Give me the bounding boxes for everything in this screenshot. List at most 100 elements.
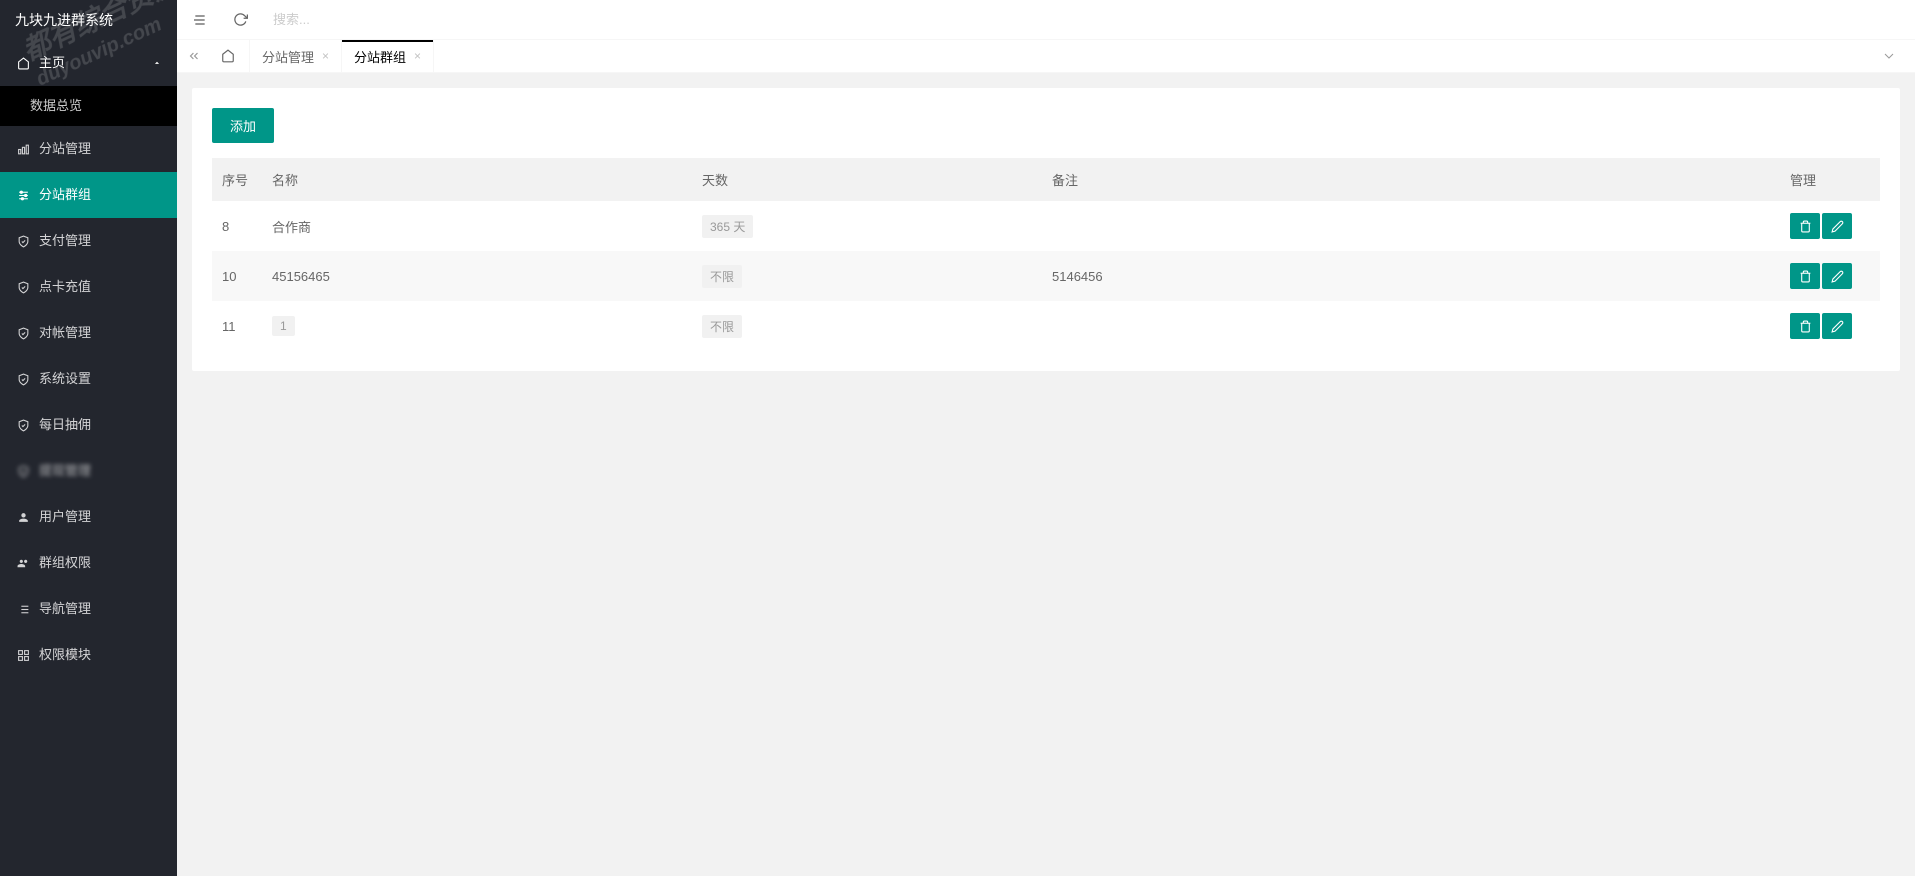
trash-icon: [1799, 270, 1812, 283]
cell-days: 不限: [692, 301, 1042, 351]
edit-icon: [1831, 270, 1844, 283]
th-days: 天数: [692, 158, 1042, 201]
cell-name: 1: [262, 301, 692, 351]
cell-note: [1042, 301, 1780, 351]
table-row: 11 1 不限: [212, 301, 1880, 351]
search-input[interactable]: [273, 12, 473, 27]
tab-group[interactable]: 分站群组 ×: [342, 40, 434, 73]
shield-icon: [15, 463, 31, 479]
nav-label: 主页: [39, 40, 65, 86]
cell-manage: [1780, 251, 1880, 301]
cell-note: 5146456: [1042, 251, 1780, 301]
nav-label: 分站群组: [39, 172, 91, 218]
tab-label: 分站管理: [262, 47, 314, 66]
content-card: 添加 序号 名称 天数 备注 管理 8: [192, 88, 1900, 371]
edit-button[interactable]: [1822, 263, 1852, 289]
close-icon[interactable]: ×: [322, 49, 329, 63]
edit-icon: [1831, 220, 1844, 233]
shield-icon: [15, 233, 31, 249]
nav-label: 数据总览: [30, 86, 82, 126]
cell-name: 45156465: [262, 251, 692, 301]
shield-icon: [15, 279, 31, 295]
cell-name: 合作商: [262, 201, 692, 251]
cell-note: [1042, 201, 1780, 251]
data-table: 序号 名称 天数 备注 管理 8 合作商 365 天: [212, 158, 1880, 351]
sidebar-item-substation[interactable]: 分站管理: [0, 126, 177, 172]
app-title: 九块九进群系统: [0, 0, 177, 40]
sidebar-item-perm-module[interactable]: 权限模块: [0, 632, 177, 678]
table-row: 10 45156465 不限 5146456: [212, 251, 1880, 301]
shield-icon: [15, 371, 31, 387]
th-name: 名称: [262, 158, 692, 201]
delete-button[interactable]: [1790, 263, 1820, 289]
delete-button[interactable]: [1790, 313, 1820, 339]
sidebar-item-payment[interactable]: 支付管理: [0, 218, 177, 264]
nav-label: 权限模块: [39, 632, 91, 678]
nav-label: 每日抽佣: [39, 402, 91, 448]
sidebar-item-settings[interactable]: 系统设置: [0, 356, 177, 402]
nav-label: 点卡充值: [39, 264, 91, 310]
menu-toggle-icon[interactable]: [192, 12, 208, 28]
cell-seq: 10: [212, 251, 262, 301]
header: [177, 0, 1915, 40]
trash-icon: [1799, 220, 1812, 233]
days-badge: 365 天: [702, 215, 753, 238]
tab-home[interactable]: [207, 40, 250, 73]
cell-days: 365 天: [692, 201, 1042, 251]
sliders-icon: [15, 187, 31, 203]
sidebar-item-reconcile[interactable]: 对帐管理: [0, 310, 177, 356]
th-seq: 序号: [212, 158, 262, 201]
tab-dropdown-icon[interactable]: [1873, 48, 1905, 64]
cell-manage: [1780, 201, 1880, 251]
sidebar-item-recharge[interactable]: 点卡充值: [0, 264, 177, 310]
nav-label: 导航管理: [39, 586, 91, 632]
shield-icon: [15, 325, 31, 341]
tab-label: 分站群组: [354, 47, 406, 66]
home-icon: [221, 49, 235, 63]
nav-label: 系统设置: [39, 356, 91, 402]
edit-icon: [1831, 320, 1844, 333]
sidebar-item-withdraw[interactable]: 提现管理: [0, 448, 177, 494]
nav-label: 支付管理: [39, 218, 91, 264]
nav-label: 提现管理: [39, 448, 91, 494]
nav-label: 分站管理: [39, 126, 91, 172]
list-icon: [15, 601, 31, 617]
add-button[interactable]: 添加: [212, 108, 274, 143]
shield-icon: [15, 417, 31, 433]
edit-button[interactable]: [1822, 313, 1852, 339]
sidebar-item-home[interactable]: 主页: [0, 40, 177, 86]
sidebar-item-group[interactable]: 分站群组: [0, 172, 177, 218]
delete-button[interactable]: [1790, 213, 1820, 239]
sidebar-item-users[interactable]: 用户管理: [0, 494, 177, 540]
nav-label: 用户管理: [39, 494, 91, 540]
cell-seq: 11: [212, 301, 262, 351]
days-badge: 不限: [702, 315, 742, 338]
th-manage: 管理: [1780, 158, 1880, 201]
refresh-icon[interactable]: [233, 12, 248, 27]
chevron-up-icon: [152, 58, 162, 68]
sidebar-item-nav-manage[interactable]: 导航管理: [0, 586, 177, 632]
home-icon: [15, 55, 31, 71]
days-badge: 不限: [702, 265, 742, 288]
bar-chart-icon: [15, 141, 31, 157]
sidebar: 九块九进群系统 主页 数据总览 分站管理: [0, 0, 177, 876]
trash-icon: [1799, 320, 1812, 333]
sidebar-item-group-perm[interactable]: 群组权限: [0, 540, 177, 586]
user-icon: [15, 509, 31, 525]
close-icon[interactable]: ×: [414, 49, 421, 63]
cell-manage: [1780, 301, 1880, 351]
nav-label: 对帐管理: [39, 310, 91, 356]
users-icon: [15, 555, 31, 571]
sidebar-subitem-dashboard[interactable]: 数据总览: [0, 86, 177, 126]
grid-icon: [15, 647, 31, 663]
cell-days: 不限: [692, 251, 1042, 301]
name-badge: 1: [272, 316, 295, 336]
edit-button[interactable]: [1822, 213, 1852, 239]
tab-substation[interactable]: 分站管理 ×: [250, 40, 342, 73]
cell-seq: 8: [212, 201, 262, 251]
th-note: 备注: [1042, 158, 1780, 201]
sidebar-item-daily[interactable]: 每日抽佣: [0, 402, 177, 448]
tab-scroll-left-icon[interactable]: [187, 49, 201, 63]
table-row: 8 合作商 365 天: [212, 201, 1880, 251]
tabs-bar: 分站管理 × 分站群组 ×: [177, 40, 1915, 73]
